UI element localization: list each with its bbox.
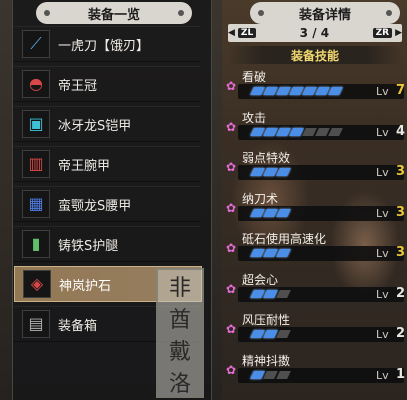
skill-level-pip bbox=[276, 289, 291, 298]
skill-level-pip bbox=[276, 208, 291, 217]
skill-level-bar: Lv 3 bbox=[238, 245, 406, 261]
skill-name: 精神抖擞 bbox=[242, 353, 291, 368]
equipment-item[interactable]: ◓ 帝王冠 bbox=[14, 66, 200, 102]
skill-name: 砥石使用高速化 bbox=[242, 232, 327, 246]
skill-level-pip bbox=[328, 87, 343, 95]
equipment-item[interactable]: ▦ 蛮颚龙S腰甲 bbox=[14, 186, 200, 222]
level-label: Lv bbox=[376, 85, 389, 98]
skill-row[interactable]: 看破 Lv 7 ✿ bbox=[226, 68, 406, 108]
skill-decoration-icon: ✿ bbox=[226, 241, 237, 255]
equipment-item[interactable]: ▮ 铸铁S护腿 bbox=[14, 226, 200, 262]
chest-armor-icon: ▣ bbox=[22, 110, 50, 138]
arm-armor-icon: ▥ bbox=[22, 150, 50, 178]
equipment-box-icon: ▤ bbox=[22, 310, 50, 338]
skill-row[interactable]: 纳刀术 Lv 3 ✿ bbox=[226, 190, 406, 230]
skill-decoration-icon: ✿ bbox=[226, 281, 237, 296]
skill-name: 超会心 bbox=[242, 272, 279, 287]
skill-name: 攻击 bbox=[242, 110, 267, 125]
skill-level-value: 4 bbox=[396, 123, 406, 139]
level-label: Lv bbox=[376, 247, 389, 260]
level-label: Lv bbox=[376, 368, 389, 382]
skill-decoration-icon: ✿ bbox=[226, 79, 237, 93]
skill-level-pip bbox=[328, 127, 343, 136]
skill-level-bar: Lv 4 bbox=[238, 123, 406, 140]
equipment-detail-title: 装备详情 bbox=[250, 2, 400, 24]
left-arrow-icon[interactable]: ◀ bbox=[228, 28, 235, 38]
equipment-item-label: 一虎刀【饿刃】 bbox=[58, 38, 150, 54]
watermark-char: 酋 bbox=[168, 308, 191, 333]
equipment-item-label: 神岚护石 bbox=[59, 278, 112, 294]
skill-level-bar: Lv 1 bbox=[238, 366, 406, 383]
equipment-item[interactable]: ⟋ 一虎刀【饿刃】 bbox=[14, 26, 200, 62]
equipment-list-title: 装备一览 bbox=[36, 2, 192, 24]
level-label: Lv bbox=[376, 287, 389, 301]
skill-row[interactable]: 风压耐性 Lv 2 ✿ bbox=[226, 311, 406, 351]
skill-decoration-icon: ✿ bbox=[226, 362, 237, 377]
equipment-item[interactable]: ▣ 冰牙龙S铠甲 bbox=[14, 106, 200, 142]
level-label: Lv bbox=[376, 206, 389, 220]
skill-level-bar: Lv 7 bbox=[238, 83, 406, 99]
skill-level-value: 3 bbox=[396, 164, 406, 179]
helmet-icon: ◓ bbox=[22, 70, 50, 98]
skill-level-value: 3 bbox=[396, 245, 406, 260]
skill-level-pip bbox=[276, 330, 291, 338]
right-arrow-icon[interactable]: ▶ bbox=[395, 28, 402, 38]
skill-decoration-icon: ✿ bbox=[226, 200, 237, 215]
skill-name: 风压耐性 bbox=[242, 313, 291, 327]
skill-row[interactable]: 超会心 Lv 2 ✿ bbox=[226, 271, 406, 311]
charm-icon: ◈ bbox=[23, 270, 51, 298]
skill-level-pip bbox=[276, 168, 291, 176]
page-indicator: 3 / 4 bbox=[299, 26, 330, 40]
skill-level-pip bbox=[276, 370, 291, 379]
skill-name: 弱点特效 bbox=[242, 151, 291, 165]
long-sword-icon: ⟋ bbox=[22, 30, 50, 58]
skill-row[interactable]: 砥石使用高速化 Lv 3 ✿ bbox=[226, 230, 406, 270]
zl-button[interactable]: ZL bbox=[237, 28, 257, 38]
level-label: Lv bbox=[376, 328, 389, 341]
skill-level-value: 7 bbox=[396, 83, 406, 98]
level-label: Lv bbox=[376, 166, 389, 179]
skill-decoration-icon: ✿ bbox=[226, 160, 237, 174]
skill-level-bar: Lv 3 bbox=[238, 204, 406, 221]
skill-name: 纳刀术 bbox=[242, 191, 279, 206]
leg-armor-icon: ▮ bbox=[22, 230, 50, 258]
skill-row[interactable]: 攻击 Lv 4 ✿ bbox=[226, 109, 406, 149]
watermark-seal: 非 酋 戴 洛 bbox=[156, 268, 204, 398]
skill-level-value: 1 bbox=[396, 366, 406, 382]
level-label: Lv bbox=[376, 125, 389, 139]
watermark-char: 戴 bbox=[168, 340, 191, 365]
skill-level-bar: Lv 2 bbox=[238, 326, 406, 342]
zr-button[interactable]: ZR bbox=[372, 28, 393, 38]
skill-level-bar: Lv 2 bbox=[238, 285, 406, 302]
skill-level-value: 2 bbox=[396, 285, 406, 301]
equipment-item-label: 蛮颚龙S腰甲 bbox=[58, 198, 132, 214]
skill-level-value: 3 bbox=[396, 204, 406, 220]
equipment-item-label: 装备箱 bbox=[58, 318, 98, 334]
skill-level-pip bbox=[276, 249, 291, 257]
skill-decoration-icon: ✿ bbox=[226, 119, 237, 134]
skill-row[interactable]: 弱点特效 Lv 3 ✿ bbox=[226, 149, 406, 189]
watermark-char: 洛 bbox=[168, 372, 191, 397]
equipment-item-label: 铸铁S护腿 bbox=[58, 238, 119, 254]
skill-level-value: 2 bbox=[396, 326, 406, 341]
equipment-item-label: 冰牙龙S铠甲 bbox=[58, 118, 132, 134]
equipment-item[interactable]: ▥ 帝王腕甲 bbox=[14, 146, 200, 182]
skill-level-bar: Lv 3 bbox=[238, 164, 406, 180]
skill-row[interactable]: 精神抖擞 Lv 1 ✿ bbox=[226, 352, 406, 392]
skills-header: 装备技能 bbox=[228, 46, 402, 64]
skill-decoration-icon: ✿ bbox=[226, 322, 237, 336]
equipment-item-label: 帝王腕甲 bbox=[58, 158, 111, 174]
skill-name: 看破 bbox=[242, 70, 267, 84]
waist-armor-icon: ▦ bbox=[22, 190, 50, 218]
equipment-item-label: 帝王冠 bbox=[58, 78, 98, 94]
watermark-char: 非 bbox=[168, 276, 191, 301]
page-navigator: ◀ ZL 3 / 4 ZR ▶ bbox=[228, 24, 402, 42]
